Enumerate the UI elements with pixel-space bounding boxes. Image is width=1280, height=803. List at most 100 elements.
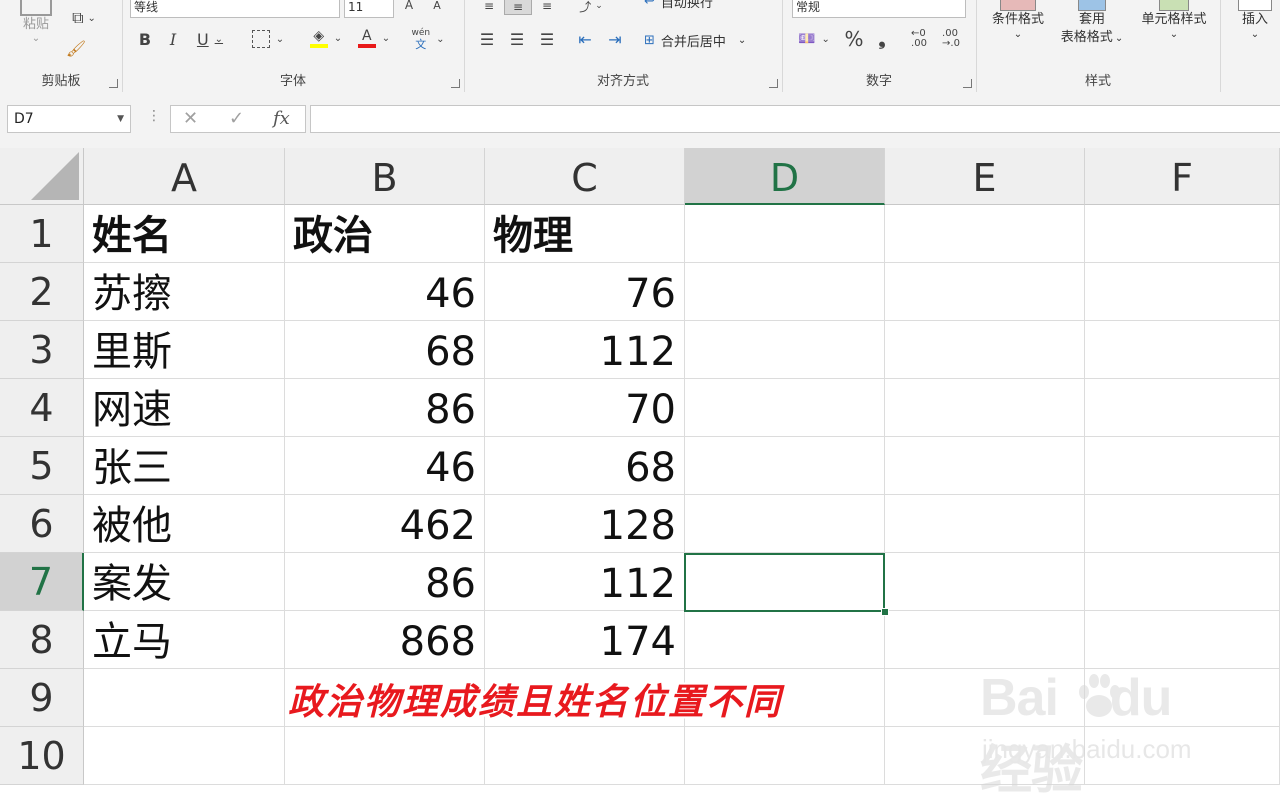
cell-e3[interactable] — [885, 321, 1085, 379]
cell-c8[interactable]: 174 — [485, 611, 685, 669]
column-header-a[interactable]: A — [84, 148, 285, 205]
cell-c2[interactable]: 76 — [485, 263, 685, 321]
conditional-formatting-button[interactable]: 条件格式 ⌄ — [984, 0, 1052, 41]
cell-c1[interactable]: 物理 — [485, 205, 685, 263]
copy-button[interactable]: ⧉ ⌄ — [64, 6, 104, 30]
cell-e1[interactable] — [885, 205, 1085, 263]
cell-e5[interactable] — [885, 437, 1085, 495]
cell-d8[interactable] — [685, 611, 885, 669]
cell-f3[interactable] — [1085, 321, 1280, 379]
wrap-text-button[interactable]: ↩ 自动换行 — [644, 0, 713, 11]
row-header-7[interactable]: 7 — [0, 553, 84, 611]
cell-b7[interactable]: 86 — [285, 553, 485, 611]
cell-c3[interactable]: 112 — [485, 321, 685, 379]
bold-button[interactable]: B — [134, 28, 156, 50]
column-header-e[interactable]: E — [885, 148, 1085, 205]
cell-c5[interactable]: 68 — [485, 437, 685, 495]
insert-button[interactable]: 插入 ⌄ — [1230, 0, 1280, 41]
fill-handle[interactable] — [881, 608, 889, 616]
cell-d3[interactable] — [685, 321, 885, 379]
cell-a9[interactable] — [84, 669, 285, 727]
accounting-format-button[interactable]: 💷 ⌄ — [792, 28, 836, 50]
orientation-button[interactable]: ⤴ ⌄ — [574, 0, 608, 14]
row-header-3[interactable]: 3 — [0, 321, 84, 379]
cell-a5[interactable]: 张三 — [84, 437, 285, 495]
cell-f4[interactable] — [1085, 379, 1280, 437]
cell-b2[interactable]: 46 — [285, 263, 485, 321]
font-size-combo[interactable]: 11 — [344, 0, 394, 18]
comma-style-button[interactable]: ❟ — [872, 28, 892, 50]
formula-bar-grip-icon[interactable]: ⋮ — [147, 108, 161, 124]
column-header-d[interactable]: D — [685, 148, 885, 205]
column-header-b[interactable]: B — [285, 148, 485, 205]
cell-a2[interactable]: 苏擦 — [84, 263, 285, 321]
number-format-combo[interactable]: 常规 — [792, 0, 966, 18]
cell-b10[interactable] — [285, 727, 485, 785]
bottom-align-button[interactable]: ≡ — [536, 0, 558, 13]
increase-indent-button[interactable]: ⇥ — [604, 28, 626, 50]
cell-c10[interactable] — [485, 727, 685, 785]
cell-a6[interactable]: 被他 — [84, 495, 285, 553]
cell-b6[interactable]: 462 — [285, 495, 485, 553]
row-header-2[interactable]: 2 — [0, 263, 84, 321]
cell-a8[interactable]: 立马 — [84, 611, 285, 669]
row-header-10[interactable]: 10 — [0, 727, 84, 785]
cell-e8[interactable] — [885, 611, 1085, 669]
name-box-dropdown-icon[interactable]: ▼ — [117, 106, 124, 132]
cell-b3[interactable]: 68 — [285, 321, 485, 379]
italic-button[interactable]: I — [162, 28, 184, 50]
confirm-entry-button[interactable]: ✓ — [229, 106, 244, 132]
decrease-decimal-button[interactable]: .00 →.0 — [938, 26, 964, 52]
number-launcher-icon[interactable] — [963, 79, 972, 88]
phonetic-button[interactable]: wén 文 ⌄ — [406, 26, 450, 52]
cell-a1[interactable]: 姓名 — [84, 205, 285, 263]
cell-d10[interactable] — [685, 727, 885, 785]
fill-color-button[interactable]: ◈ ⌄ — [304, 26, 348, 50]
clipboard-launcher-icon[interactable] — [109, 79, 118, 88]
underline-button[interactable]: U ⌄ — [190, 28, 230, 50]
format-as-table-button[interactable]: 套用 表格格式 ⌄ — [1052, 0, 1132, 48]
row-header-4[interactable]: 4 — [0, 379, 84, 437]
row-header-6[interactable]: 6 — [0, 495, 84, 553]
cell-styles-button[interactable]: 单元格样式 ⌄ — [1128, 0, 1220, 41]
alignment-launcher-icon[interactable] — [769, 79, 778, 88]
cell-e4[interactable] — [885, 379, 1085, 437]
cell-f7[interactable] — [1085, 553, 1280, 611]
cell-f8[interactable] — [1085, 611, 1280, 669]
cell-c6[interactable]: 128 — [485, 495, 685, 553]
increase-decimal-button[interactable]: ←0.00 — [906, 26, 932, 52]
cell-b5[interactable]: 46 — [285, 437, 485, 495]
cell-e6[interactable] — [885, 495, 1085, 553]
cell-f5[interactable] — [1085, 437, 1280, 495]
percent-button[interactable]: % — [842, 27, 866, 51]
align-left-button[interactable]: ☰ — [476, 28, 498, 50]
cell-d5[interactable] — [685, 437, 885, 495]
row-header-5[interactable]: 5 — [0, 437, 84, 495]
cell-a3[interactable]: 里斯 — [84, 321, 285, 379]
cancel-entry-button[interactable]: ✕ — [183, 106, 198, 132]
font-launcher-icon[interactable] — [451, 79, 460, 88]
cell-a10[interactable] — [84, 727, 285, 785]
row-header-9[interactable]: 9 — [0, 669, 84, 727]
middle-align-button[interactable]: ≡ — [504, 0, 532, 15]
cell-d2[interactable] — [685, 263, 885, 321]
insert-function-button[interactable]: fx — [273, 106, 290, 132]
cell-b8[interactable]: 868 — [285, 611, 485, 669]
cell-f2[interactable] — [1085, 263, 1280, 321]
cell-c7[interactable]: 112 — [485, 553, 685, 611]
cell-d4[interactable] — [685, 379, 885, 437]
cell-f1[interactable] — [1085, 205, 1280, 263]
font-color-button[interactable]: A ⌄ — [352, 26, 396, 50]
row-header-8[interactable]: 8 — [0, 611, 84, 669]
paste-button[interactable]: 粘贴 ⌄ — [14, 0, 58, 44]
cell-e7[interactable] — [885, 553, 1085, 611]
name-box[interactable]: D7 ▼ — [7, 105, 131, 133]
cell-c4[interactable]: 70 — [485, 379, 685, 437]
cell-b4[interactable]: 86 — [285, 379, 485, 437]
cell-b1[interactable]: 政治 — [285, 205, 485, 263]
top-align-button[interactable]: ≡ — [478, 0, 500, 13]
cell-a7[interactable]: 案发 — [84, 553, 285, 611]
borders-button[interactable]: ⌄ — [246, 28, 290, 50]
column-header-f[interactable]: F — [1085, 148, 1280, 205]
cell-d1[interactable] — [685, 205, 885, 263]
